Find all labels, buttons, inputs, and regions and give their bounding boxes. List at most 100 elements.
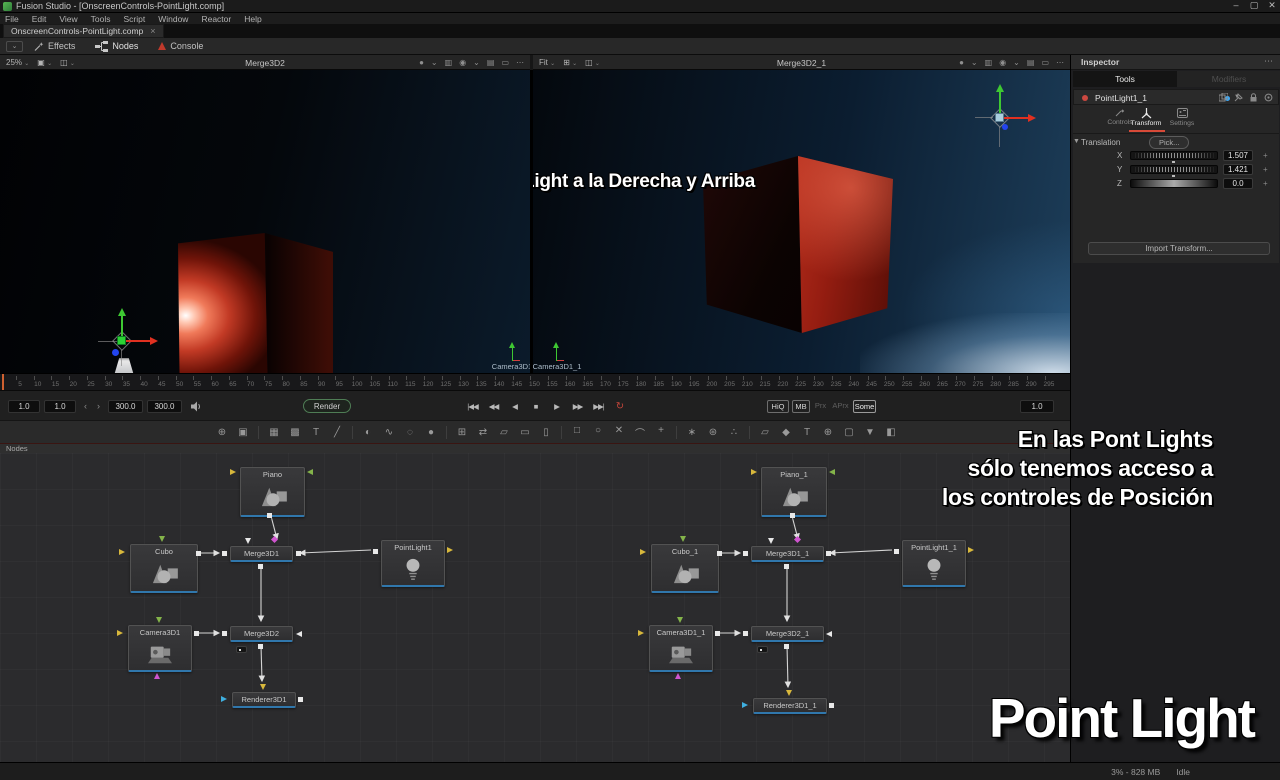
fast-reverse-button[interactable]: ◀◀: [484, 400, 503, 413]
node-port-sq[interactable]: [790, 513, 795, 518]
node-cubo_1[interactable]: Cubo_1: [651, 544, 719, 593]
node-merge3d1_1[interactable]: Merge3D1_1: [751, 546, 824, 562]
node-port-sq[interactable]: [196, 551, 201, 556]
menu-view[interactable]: View: [59, 14, 77, 24]
node-port-sq[interactable]: [222, 631, 227, 636]
roi-icon[interactable]: ◉: [999, 58, 1006, 67]
render-end-field[interactable]: 300.0: [108, 400, 143, 413]
node-port-tu[interactable]: [675, 673, 681, 679]
quality-some-button[interactable]: Some: [853, 400, 876, 413]
caret-icon[interactable]: ⌄: [1013, 58, 1020, 67]
z-value-field[interactable]: 0.0: [1223, 178, 1253, 189]
tab-tools[interactable]: Tools: [1073, 71, 1177, 87]
animate-button[interactable]: +: [1263, 165, 1268, 174]
node-port-tl[interactable]: [829, 469, 835, 475]
gain-gamma-icon[interactable]: ●: [419, 58, 424, 67]
viewer-right-canvas[interactable]: Point Light a la Derecha y Arriba Camera…: [533, 70, 1070, 373]
node-port-tr[interactable]: [742, 702, 748, 708]
lut-icon[interactable]: ▤: [1027, 58, 1035, 67]
node-port-sq[interactable]: [258, 644, 263, 649]
close-button[interactable]: ✕: [1264, 0, 1280, 11]
tab-settings[interactable]: Settings: [1165, 107, 1199, 127]
node-renderer3d1[interactable]: Renderer3D1: [232, 692, 296, 708]
split-wipe-icon[interactable]: ▥: [445, 58, 453, 67]
viewport-divider[interactable]: [530, 70, 533, 373]
caret-icon[interactable]: ⌄: [473, 58, 480, 67]
node-port-tr[interactable]: [447, 547, 453, 553]
node-port-sq[interactable]: [373, 549, 378, 554]
step-forward-button[interactable]: ›: [97, 401, 100, 411]
background-icon[interactable]: ▦: [268, 427, 280, 438]
node-port-td[interactable]: [245, 538, 251, 544]
z-axis-handle[interactable]: [112, 349, 119, 356]
bspline-mask-icon[interactable]: ⌒: [634, 425, 646, 440]
node-port-tr[interactable]: [117, 630, 123, 636]
node-piano_1[interactable]: Piano_1: [761, 467, 827, 517]
frame-icon[interactable]: ▭: [501, 58, 509, 67]
node-port-tl[interactable]: [307, 469, 313, 475]
menu-edit[interactable]: Edit: [32, 14, 47, 24]
maximize-button[interactable]: ▢: [1246, 0, 1262, 11]
particles-icon[interactable]: ⊛: [707, 427, 719, 438]
quality-prx-button[interactable]: Prx: [813, 400, 828, 413]
node-port-tr[interactable]: [119, 549, 125, 555]
comp-tab-close-icon[interactable]: ×: [150, 26, 155, 36]
menu-tools[interactable]: Tools: [91, 14, 111, 24]
node-port-tl[interactable]: [296, 631, 302, 637]
node-camera3d1[interactable]: Camera3D1: [128, 625, 192, 672]
node-port-td[interactable]: [680, 536, 686, 542]
node-port-tr[interactable]: [751, 469, 757, 475]
stop-button[interactable]: ■: [526, 400, 545, 413]
play-button[interactable]: ▶: [547, 400, 566, 413]
node-renderer3d1_1[interactable]: Renderer3D1_1: [753, 698, 827, 714]
viewer-left-canvas[interactable]: Point Light a la Izquierda y Abajo Camer…: [0, 70, 530, 373]
loop-button[interactable]: ↻: [610, 400, 629, 413]
node-port-td[interactable]: [786, 690, 792, 696]
imageplane3d-icon[interactable]: ▱: [759, 427, 771, 438]
gain-gamma-icon[interactable]: ●: [959, 58, 964, 67]
gizmo-center-cube[interactable]: [117, 336, 126, 345]
x-axis-handle[interactable]: [1004, 117, 1028, 119]
merge3d-icon[interactable]: ⊕: [822, 427, 834, 438]
node-port-sq[interactable]: [743, 631, 748, 636]
tab-transform[interactable]: Transform: [1129, 107, 1163, 127]
y-slider[interactable]: [1130, 165, 1218, 174]
blur-icon[interactable]: ◌: [404, 427, 416, 438]
node-port-sq[interactable]: [826, 551, 831, 556]
import-transform-button[interactable]: Import Transform...: [1088, 242, 1270, 255]
timeline-ruler[interactable]: 5101520253035404550556065707580859095100…: [0, 373, 1070, 390]
caret-icon[interactable]: ⌄: [431, 58, 438, 67]
node-camera3d1_1[interactable]: Camera3D1_1: [649, 625, 713, 672]
step-back-button[interactable]: ‹: [84, 401, 87, 411]
merge-icon[interactable]: ⊞: [456, 427, 468, 438]
node-piano[interactable]: Piano: [240, 467, 305, 517]
spotlight-icon[interactable]: ▼: [864, 427, 876, 438]
node-port-sq[interactable]: [222, 551, 227, 556]
node-port-sq[interactable]: [743, 551, 748, 556]
node-port-sq[interactable]: [258, 564, 263, 569]
node-merge3d1[interactable]: Merge3D1: [230, 546, 293, 562]
play-rate-field[interactable]: 1.0: [1020, 400, 1054, 413]
colorcorrector-icon[interactable]: ◐: [362, 427, 374, 438]
goto-start-button[interactable]: |◀◀: [463, 400, 482, 413]
quality-hiq-button[interactable]: HiQ: [767, 400, 789, 413]
gridwarp-icon[interactable]: ∴: [728, 427, 740, 438]
node-pointlight1_1[interactable]: PointLight1_1: [902, 540, 966, 587]
node-graph[interactable]: PianoCuboMerge3D1PointLight1Camera3D1Mer…: [0, 453, 1070, 762]
saver-icon[interactable]: ▣: [237, 427, 249, 438]
node-port-td[interactable]: [159, 536, 165, 542]
x-value-field[interactable]: 1.507: [1223, 150, 1253, 161]
comp-start-field[interactable]: 1.0: [8, 400, 40, 413]
effects-button[interactable]: Effects: [23, 38, 85, 55]
play-reverse-button[interactable]: ◀: [505, 400, 524, 413]
minimize-button[interactable]: –: [1228, 0, 1244, 10]
node-port-tu[interactable]: [154, 673, 160, 679]
node-port-tr[interactable]: [640, 549, 646, 555]
node-port-td[interactable]: [768, 538, 774, 544]
glow-icon[interactable]: ●: [425, 427, 437, 438]
animate-button[interactable]: +: [1263, 179, 1268, 188]
node-port-sq[interactable]: [894, 549, 899, 554]
roi-icon[interactable]: ◉: [459, 58, 466, 67]
z-slider[interactable]: [1130, 179, 1218, 188]
quality-mb-button[interactable]: MB: [792, 400, 810, 413]
